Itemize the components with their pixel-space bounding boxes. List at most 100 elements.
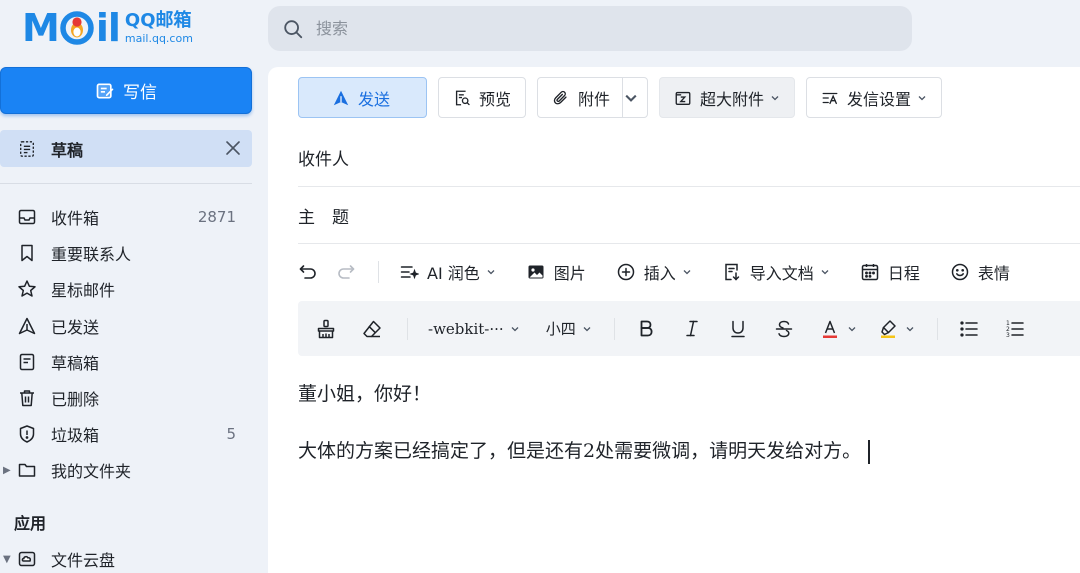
ai-polish-button[interactable]: AI 润色	[399, 260, 496, 284]
highlighter-icon	[880, 319, 896, 338]
close-icon[interactable]	[224, 139, 242, 157]
toolbar-separator	[936, 317, 938, 340]
app-logo[interactable]: M il QQ邮箱 mail.qq.com	[22, 8, 193, 48]
collapse-caret-icon[interactable]: ▼	[3, 554, 17, 565]
undo-button[interactable]	[298, 262, 318, 282]
subject-field[interactable]: 主 题	[298, 187, 1080, 244]
subject-input[interactable]	[369, 206, 1080, 224]
drafts-icon	[17, 352, 37, 372]
open-draft-tab[interactable]: 草稿	[0, 130, 252, 167]
emoji-button[interactable]: 表情	[950, 260, 1010, 284]
italic-button[interactable]	[681, 318, 703, 340]
subject-label: 主 题	[298, 207, 349, 228]
schedule-label: 日程	[887, 264, 920, 283]
paperclip-icon	[553, 90, 567, 104]
unread-count: 5	[226, 425, 236, 444]
import-document-icon	[725, 263, 740, 281]
chevron-down-icon	[683, 270, 691, 275]
format-painter-icon	[317, 319, 335, 338]
compose-toolbar: 发送 预览 附件 超大附件 发信设置	[298, 77, 953, 118]
emoji-label: 表情	[977, 264, 1010, 283]
folder-list: 收件箱 2871 重要联系人 星标邮件 已发送 草稿箱 已删除 垃圾箱 5 ▶ …	[0, 199, 252, 489]
emoji-icon	[951, 263, 969, 281]
numbered-list-button[interactable]: 123	[1004, 318, 1026, 340]
font-family-select[interactable]: -webkit-···	[428, 320, 520, 338]
send-settings-icon	[822, 92, 838, 104]
toolbar-separator	[613, 317, 615, 340]
spam-shield-icon	[17, 424, 37, 444]
preview-label: 预览	[479, 89, 512, 109]
compose-button[interactable]: 写信	[0, 67, 252, 114]
bold-button[interactable]	[635, 318, 657, 340]
bold-icon	[640, 320, 653, 336]
sidebar-item-my-folders[interactable]: ▶ 我的文件夹	[0, 452, 252, 488]
insert-image-button[interactable]: 图片	[526, 260, 586, 284]
calendar-icon	[861, 264, 879, 281]
italic-icon	[685, 320, 698, 336]
search-bar[interactable]	[268, 6, 912, 51]
import-document-button[interactable]: 导入文档	[722, 260, 830, 284]
sidebar-item-starred[interactable]: 星标邮件	[0, 271, 252, 307]
expand-caret-icon[interactable]: ▶	[3, 465, 13, 476]
attachment-button[interactable]: 附件	[537, 77, 649, 118]
attachment-dropdown-chevron-icon[interactable]	[623, 78, 647, 117]
sidebar-item-cloud-drive[interactable]: ▼ 文件云盘	[3, 543, 115, 573]
preview-icon	[455, 90, 470, 105]
send-settings-button[interactable]: 发信设置	[806, 77, 943, 118]
message-body-editor[interactable]: 董小姐，你好！ 大体的方案已经搞定了，但是还有2处需要微调，请明天发给对方。	[298, 380, 871, 494]
chevron-down-icon	[771, 95, 779, 100]
bulleted-list-icon	[960, 320, 978, 337]
toolbar-separator	[378, 261, 379, 283]
chevron-down-icon	[906, 326, 914, 331]
strikethrough-button[interactable]	[773, 318, 795, 340]
font-size-select[interactable]: 小四	[546, 318, 592, 339]
recipient-input[interactable]	[369, 148, 1080, 167]
sidebar-item-sent[interactable]: 已发送	[0, 308, 252, 344]
folder-icon	[17, 460, 37, 480]
logo-title: QQ邮箱	[124, 10, 192, 31]
text-color-button[interactable]	[819, 318, 857, 340]
insert-menu-button[interactable]: 插入	[616, 260, 692, 284]
bulleted-list-button[interactable]	[958, 318, 980, 340]
search-input[interactable]	[316, 19, 876, 38]
chevron-down-icon	[583, 326, 591, 331]
underline-button[interactable]	[727, 318, 749, 340]
strikethrough-icon	[775, 320, 792, 337]
open-draft-tab-label: 草稿	[51, 140, 84, 160]
sidebar-item-drafts[interactable]: 草稿箱	[0, 344, 252, 380]
large-attachment-button[interactable]: 超大附件	[659, 77, 796, 118]
sidebar-item-important-contacts[interactable]: 重要联系人	[0, 235, 252, 271]
compose-pane: 发送 预览 附件 超大附件 发信设置 收件人 主 题 AI 润色 图片 插入 导…	[268, 67, 1080, 573]
schedule-button[interactable]: 日程	[860, 260, 920, 284]
svg-text:3: 3	[1006, 332, 1010, 339]
star-icon	[17, 279, 37, 299]
redo-button[interactable]	[336, 262, 356, 282]
sidebar-item-label: 已发送	[51, 317, 100, 337]
body-paragraph: 大体的方案已经搞定了，但是还有2处需要微调，请明天发给对方。	[298, 437, 871, 465]
sidebar-item-label: 草稿箱	[51, 353, 100, 373]
chevron-down-icon	[848, 326, 856, 331]
sidebar-item-deleted[interactable]: 已删除	[0, 380, 252, 416]
sidebar-item-inbox[interactable]: 收件箱 2871	[0, 199, 252, 235]
logo-mascot-icon	[60, 11, 94, 45]
body-paragraph-text: 大体的方案已经搞定了，但是还有2处需要微调，请明天发给对方。	[298, 440, 862, 462]
sent-icon	[17, 316, 37, 336]
attachment-label: 附件	[578, 89, 611, 109]
inbox-icon	[17, 207, 37, 227]
ai-polish-label: AI 润色	[427, 264, 480, 283]
preview-button[interactable]: 预览	[438, 77, 527, 118]
editor-toolbar-formatting: -webkit-··· 小四 1 2 3	[298, 301, 1080, 356]
chevron-down-icon	[821, 270, 829, 275]
numbered-list-icon: 123	[1006, 320, 1024, 339]
import-document-label: 导入文档	[749, 264, 814, 283]
sidebar-item-spam[interactable]: 垃圾箱 5	[0, 416, 252, 452]
highlight-color-button[interactable]	[877, 318, 915, 340]
send-button[interactable]: 发送	[298, 77, 427, 118]
image-icon	[528, 265, 544, 279]
format-painter-button[interactable]	[315, 318, 337, 340]
recipient-field[interactable]: 收件人	[298, 129, 1080, 187]
logo-wordmark: M il	[22, 6, 121, 50]
clear-format-button[interactable]	[361, 318, 383, 340]
chevron-down-icon	[511, 326, 519, 331]
plus-circle-icon	[617, 263, 635, 281]
